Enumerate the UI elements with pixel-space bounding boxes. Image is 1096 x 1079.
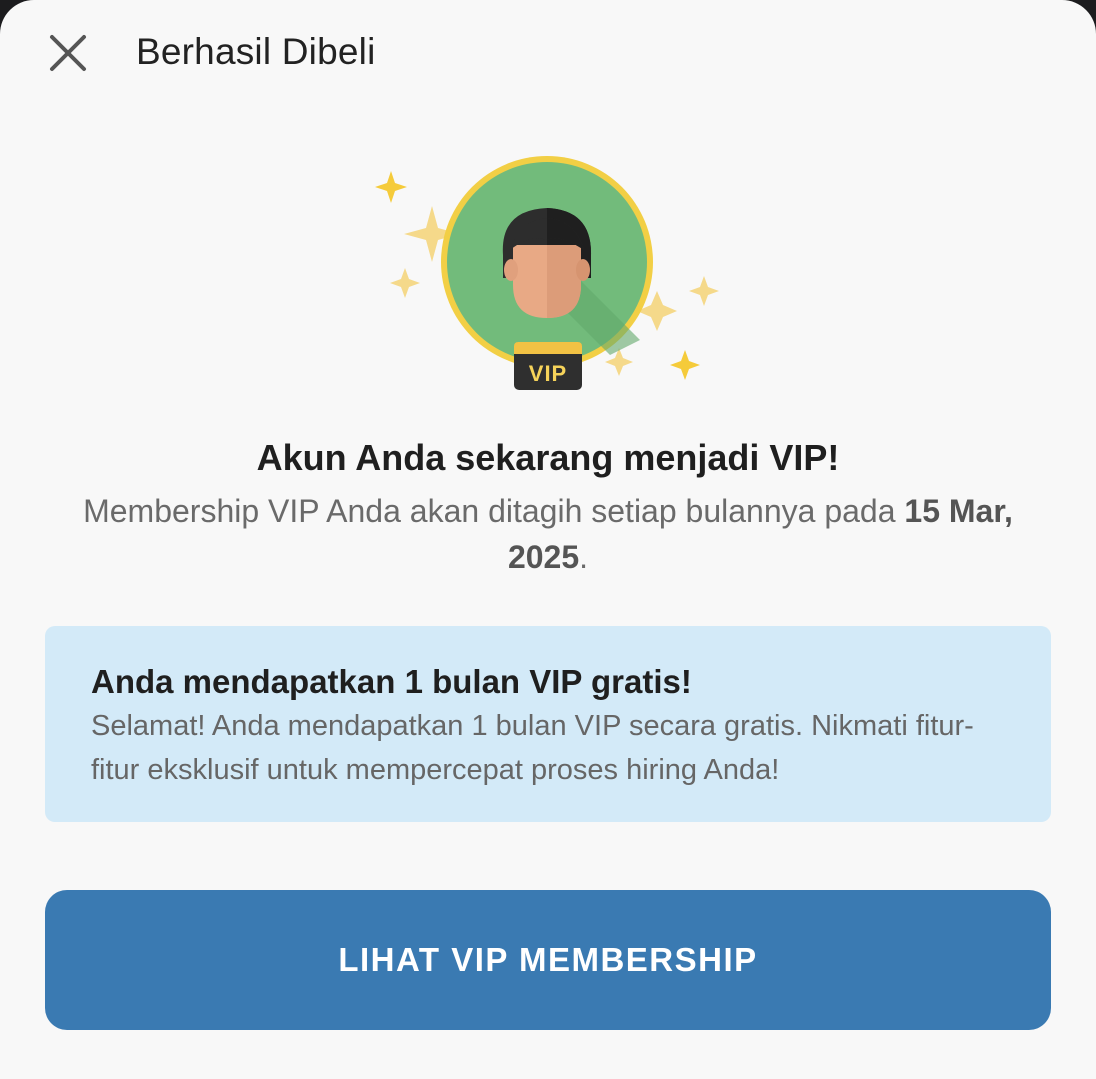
info-box-body: Selamat! Anda mendapatkan 1 bulan VIP se… (91, 710, 974, 786)
vip-avatar-graphic: VIP (375, 156, 719, 390)
page-title: Berhasil Dibeli (136, 31, 376, 72)
billing-info-prefix: Membership VIP Anda akan ditagih setiap … (83, 493, 905, 529)
free-vip-info-box: Anda mendapatkan 1 bulan VIP gratis! Sel… (45, 626, 1051, 822)
close-button[interactable] (40, 25, 96, 81)
billing-info-text: Membership VIP Anda akan ditagih setiap … (60, 488, 1036, 580)
purchase-success-sheet: Berhasil Dibeli VIP Akun Anda sekarang m… (0, 0, 1096, 1079)
success-headline: Akun Anda sekarang menjadi VIP! (256, 437, 840, 478)
info-box-title: Anda mendapatkan 1 bulan VIP gratis! (91, 663, 692, 700)
vip-illustration: VIP (360, 150, 736, 400)
sheet-header: Berhasil Dibeli (0, 0, 1096, 106)
vip-badge: VIP (514, 342, 582, 390)
billing-info-suffix: . (579, 539, 589, 575)
vip-badge-label: VIP (529, 361, 567, 386)
close-icon (50, 35, 86, 71)
view-vip-membership-button[interactable]: LIHAT VIP MEMBERSHIP (45, 890, 1051, 1030)
user-avatar-icon (441, 156, 653, 368)
